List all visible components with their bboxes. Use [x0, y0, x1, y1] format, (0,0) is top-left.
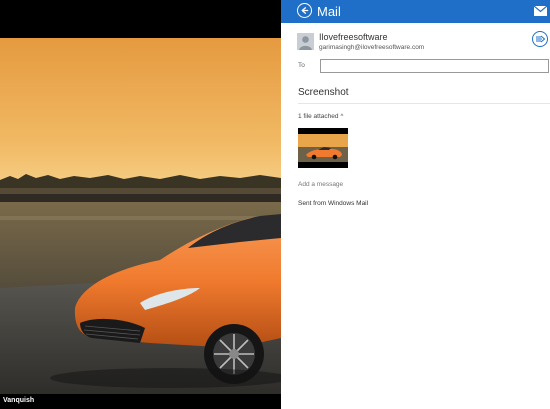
- mail-envelope-icon[interactable]: [534, 6, 547, 16]
- sender-name: Ilovefreesoftware: [319, 32, 388, 42]
- app-title: Mail: [317, 4, 341, 19]
- sender-email: garimasingh@ilovefreesoftware.com: [319, 44, 425, 51]
- person-icon: [297, 33, 314, 50]
- car-photo: [0, 38, 281, 394]
- signature: Sent from Windows Mail: [298, 200, 369, 207]
- attachment-toggle[interactable]: 1 file attached ^: [298, 113, 343, 120]
- subject-field[interactable]: Screenshot: [298, 87, 349, 98]
- back-arrow-icon: [301, 7, 309, 14]
- to-label: To: [298, 62, 305, 69]
- photo-caption: Vanquish: [3, 397, 35, 404]
- screen: Vanquish Mail Ilovefreesoftware garimasi…: [0, 0, 550, 409]
- send-button[interactable]: [532, 31, 548, 47]
- attachment-thumbnail[interactable]: [298, 128, 348, 168]
- subject-divider: [298, 103, 550, 104]
- to-input[interactable]: [320, 59, 549, 73]
- chevron-up-icon: ^: [340, 114, 344, 120]
- mail-compose-pane: Mail Ilovefreesoftware garimasingh@ilove…: [281, 0, 550, 409]
- message-body[interactable]: Add a message: [298, 181, 343, 188]
- attachment-count-label: 1 file attached: [298, 113, 339, 120]
- photo-pane: Vanquish: [0, 0, 281, 409]
- mail-header: Mail: [281, 0, 550, 23]
- back-button[interactable]: [297, 3, 312, 18]
- send-icon: [536, 35, 545, 43]
- avatar: [297, 33, 314, 50]
